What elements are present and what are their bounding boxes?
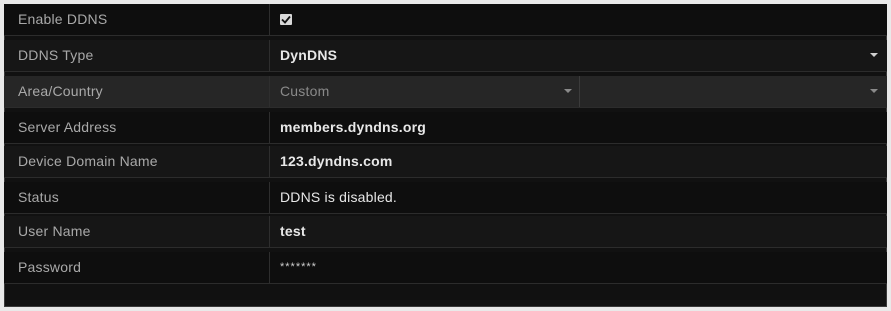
status-label: Status <box>18 189 59 205</box>
ddns-type-label: DDNS Type <box>18 47 94 63</box>
status-row: Status DDNS is disabled. <box>4 182 887 214</box>
server-address-label: Server Address <box>18 119 117 135</box>
status-value: DDNS is disabled. <box>280 189 397 205</box>
column-divider <box>269 4 270 35</box>
column-divider <box>269 146 270 177</box>
password-label: Password <box>18 259 82 275</box>
column-divider <box>269 112 270 143</box>
checkmark-icon <box>281 15 291 24</box>
enable-ddns-label: Enable DDNS <box>18 11 108 27</box>
column-divider <box>269 182 270 213</box>
password-row: Password ******* <box>4 252 887 284</box>
user-name-input[interactable]: test <box>280 216 306 247</box>
area-country-label: Area/Country <box>18 83 103 99</box>
user-name-row: User Name test <box>4 216 887 248</box>
area-country-row: Area/Country Custom <box>4 76 887 108</box>
dropdown-arrow-icon[interactable] <box>564 88 572 94</box>
server-address-input[interactable]: members.dyndns.org <box>280 112 426 143</box>
enable-ddns-checkbox[interactable] <box>280 14 292 25</box>
area-country-secondary-select[interactable] <box>580 76 880 107</box>
user-name-label: User Name <box>18 223 91 239</box>
dropdown-arrow-icon[interactable] <box>870 52 878 58</box>
ddns-type-select[interactable]: DynDNS <box>280 40 337 71</box>
device-domain-name-input[interactable]: 123.dyndns.com <box>280 146 393 177</box>
server-address-row: Server Address members.dyndns.org <box>4 112 887 144</box>
column-divider <box>269 76 270 107</box>
device-domain-name-label: Device Domain Name <box>18 153 158 169</box>
column-divider <box>269 216 270 247</box>
column-divider <box>269 40 270 71</box>
password-input[interactable]: ******* <box>280 252 317 283</box>
device-domain-name-row: Device Domain Name 123.dyndns.com <box>4 146 887 178</box>
ddns-type-row: DDNS Type DynDNS <box>4 40 887 72</box>
column-divider <box>269 252 270 283</box>
area-country-select[interactable]: Custom <box>280 76 329 107</box>
dropdown-arrow-icon[interactable] <box>870 88 878 94</box>
enable-ddns-row: Enable DDNS <box>4 4 887 36</box>
